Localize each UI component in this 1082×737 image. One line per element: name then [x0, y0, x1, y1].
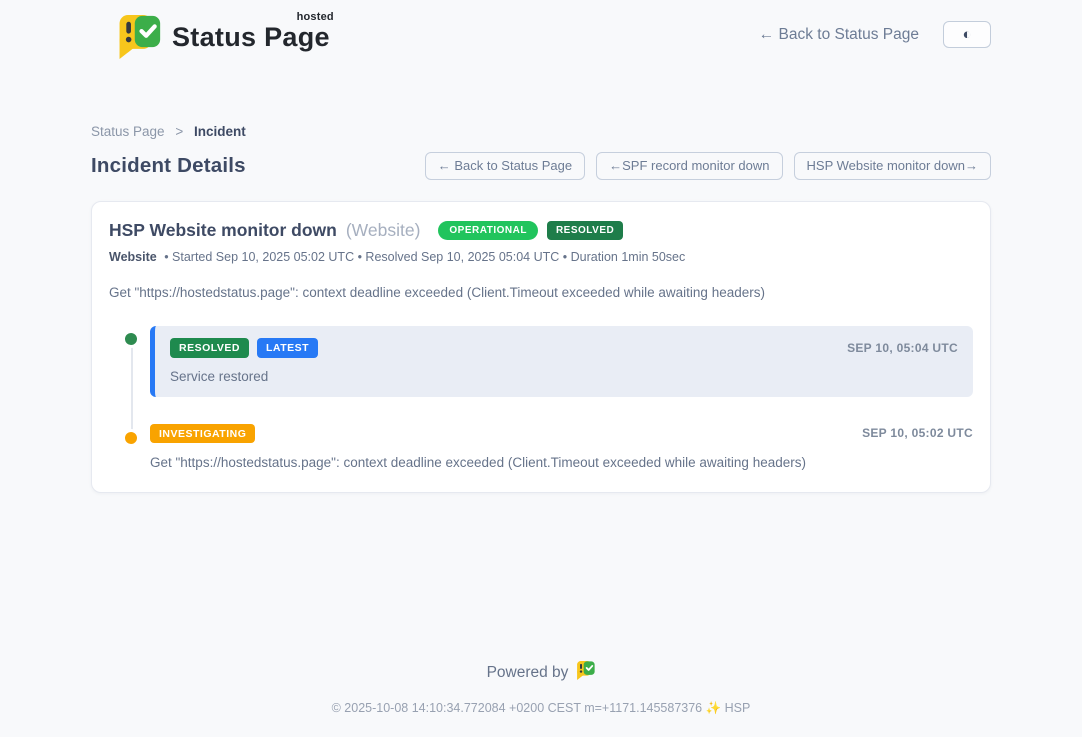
- timeline-investigating-badge: INVESTIGATING: [150, 424, 255, 444]
- back-to-status-page-button[interactable]: ← Back to Status Page: [425, 152, 585, 180]
- statuspage-logo[interactable]: Status Page hosted: [117, 13, 334, 61]
- incident-meta: Website • Started Sep 10, 2025 05:02 UTC…: [109, 250, 973, 264]
- breadcrumb: Status Page > Incident: [91, 124, 991, 139]
- incident-description: Get "https://hostedstatus.page": context…: [109, 285, 973, 300]
- incident-component: (Website): [346, 220, 421, 241]
- breadcrumb-separator: >: [175, 124, 183, 139]
- incident-card: HSP Website monitor down (Website) OPERA…: [91, 201, 991, 493]
- header-back-to-status-page-link[interactable]: ← Back to Status Page: [759, 26, 919, 44]
- timeline-connector-line: [131, 346, 133, 438]
- powered-by-label: Powered by: [487, 664, 569, 682]
- timeline-entry-timestamp: SEP 10, 05:02 UTC: [862, 426, 973, 440]
- hosted-badge: hosted: [297, 11, 334, 23]
- prev-incident-button[interactable]: ←SPF record monitor down: [596, 152, 782, 180]
- theme-toggle-button[interactable]: ◐: [943, 21, 991, 48]
- statuspage-logo-icon: [117, 13, 161, 61]
- breadcrumb-status-page-link[interactable]: Status Page: [91, 124, 165, 139]
- next-incident-button[interactable]: HSP Website monitor down→: [794, 152, 991, 180]
- timeline-resolved-badge: RESOLVED: [170, 338, 249, 358]
- timeline-entry-latest: RESOLVED LATEST SEP 10, 05:04 UTC Servic…: [150, 326, 973, 397]
- timeline-entry-investigating: INVESTIGATING SEP 10, 05:02 UTC Get "htt…: [150, 424, 973, 471]
- hsp-logo-icon: [576, 660, 595, 686]
- breadcrumb-current: Incident: [194, 124, 246, 139]
- timeline-entry-timestamp: SEP 10, 05:04 UTC: [847, 341, 958, 355]
- main-content: Status Page > Incident Incident Details …: [91, 124, 991, 493]
- timeline-entry-message: Get "https://hostedstatus.page": context…: [150, 455, 973, 470]
- incident-timeline: RESOLVED LATEST SEP 10, 05:04 UTC Servic…: [109, 326, 973, 470]
- operational-badge: OPERATIONAL: [438, 221, 538, 240]
- incident-nav-buttons: ← Back to Status Page ←SPF record monito…: [425, 152, 991, 180]
- logo-text: Status Page hosted: [172, 22, 334, 53]
- resolved-status-badge: RESOLVED: [547, 221, 623, 240]
- timeline-entry-message: Service restored: [170, 369, 958, 384]
- footer: Powered by © 2025-10-08 14:10:34.772084 …: [0, 660, 1082, 737]
- half-circle-theme-icon: ◐: [962, 27, 971, 42]
- timeline-latest-badge: LATEST: [257, 338, 318, 358]
- incident-meta-details: • Started Sep 10, 2025 05:02 UTC • Resol…: [164, 250, 685, 264]
- copyright-text: © 2025-10-08 14:10:34.772084 +0200 CEST …: [0, 701, 1082, 716]
- incident-title: HSP Website monitor down: [109, 220, 337, 241]
- incident-meta-component: Website: [109, 250, 157, 264]
- page-title: Incident Details: [91, 154, 246, 178]
- header: Status Page hosted ← Back to Status Page…: [0, 0, 1082, 61]
- timeline-dot-investigating: [124, 431, 138, 445]
- timeline-dot-resolved: [124, 332, 138, 346]
